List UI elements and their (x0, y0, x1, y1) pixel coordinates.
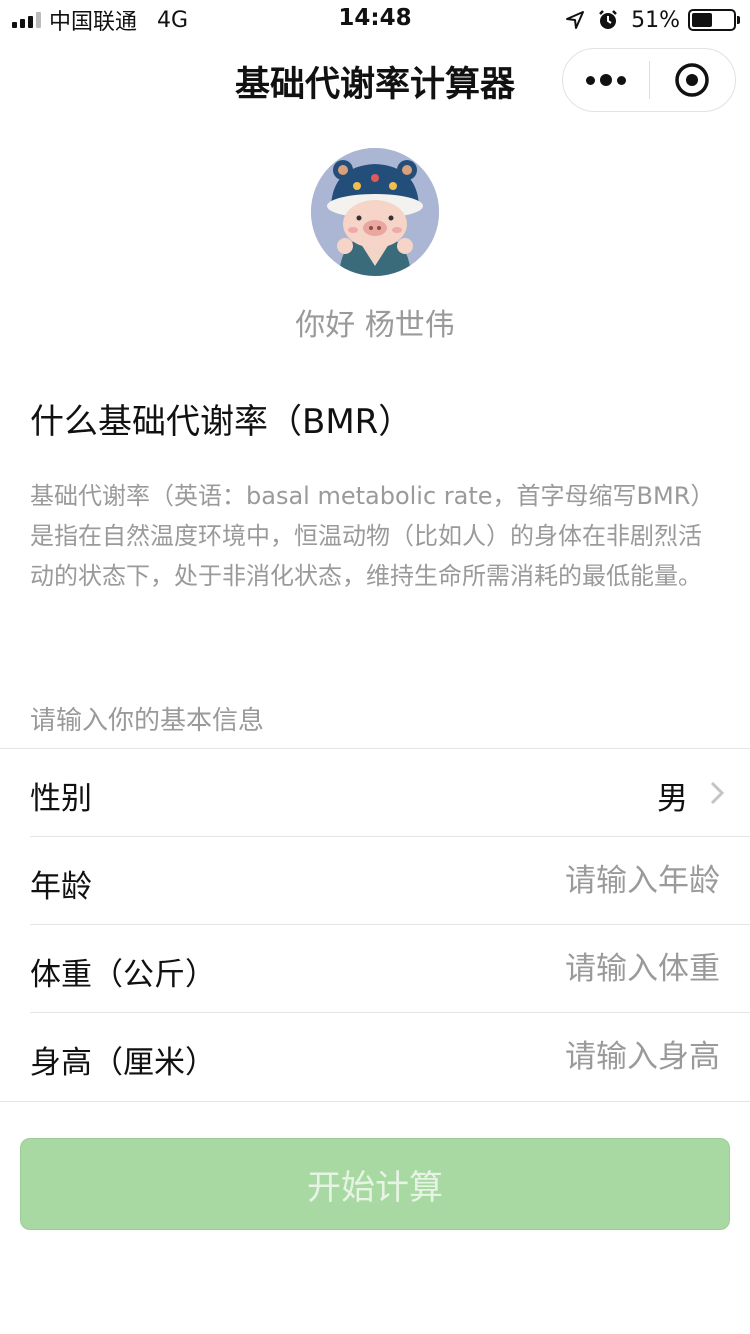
age-input[interactable] (400, 853, 720, 909)
target-close-icon (675, 63, 709, 97)
start-calculate-button[interactable]: 开始计算 (20, 1138, 730, 1230)
weight-label: 体重（公斤） (30, 957, 216, 993)
location-arrow-icon (566, 11, 585, 29)
chevron-right-icon (710, 781, 724, 805)
form-section-label: 请输入你的基本信息 (30, 706, 265, 736)
weight-input[interactable] (400, 941, 720, 997)
alarm-icon (599, 10, 617, 29)
mini-program-capsule (562, 48, 736, 112)
battery-icon (688, 9, 740, 31)
age-row: 年龄 (30, 837, 750, 925)
more-dot-icon (616, 75, 626, 85)
bmr-description: 基础代谢率（英语：basal metabolic rate，首字母缩写BMR）是… (30, 482, 715, 590)
more-dot-icon (585, 75, 595, 85)
height-input[interactable] (400, 1029, 720, 1085)
height-row: 身高（厘米） (30, 1013, 750, 1101)
close-button[interactable] (650, 48, 736, 112)
avatar[interactable] (311, 148, 439, 276)
gender-label: 性别 (30, 781, 92, 817)
bmr-heading: 什么基础代谢率（BMR） (30, 402, 413, 442)
weight-row: 体重（公斤） (30, 925, 750, 1013)
more-dot-icon (599, 74, 612, 86)
battery-percent: 51% (631, 7, 680, 33)
info-form: 性别 男 年龄 体重（公斤） 身高（厘米） (0, 748, 750, 1102)
pig-avatar-icon (311, 148, 439, 276)
gender-value: 男 (657, 781, 688, 817)
gender-row[interactable]: 性别 男 (30, 749, 750, 837)
status-bar: 中国联通 4G 14:48 51% (0, 0, 750, 40)
height-label: 身高（厘米） (30, 1045, 216, 1081)
status-right: 51% (565, 6, 740, 34)
greeting-text: 你好 杨世伟 (295, 308, 455, 343)
age-label: 年龄 (30, 869, 92, 905)
more-button[interactable] (563, 48, 649, 112)
